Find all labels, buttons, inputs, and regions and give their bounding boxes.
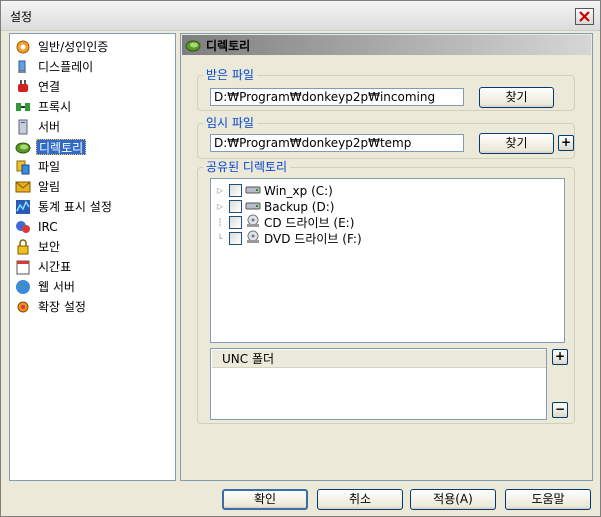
folder-icon [185,37,203,53]
sidebar-item-proxy[interactable]: 프록시 [14,97,73,116]
folder-icon [14,138,32,155]
plug-icon [14,78,32,95]
unc-column-header[interactable]: UNC 폴더 [212,350,546,368]
sidebar-item-label: 알림 [38,179,61,194]
sidebar-item-schedule[interactable]: 시간표 [14,257,73,276]
sidebar-item-label: 통계 표시 설정 [38,199,112,214]
ok-button[interactable]: 확인 [222,489,308,510]
title-bar[interactable]: 설정 [1,1,600,31]
sidebar-item-label: 보안 [38,239,61,254]
close-button[interactable] [575,8,594,25]
category-list[interactable]: 일반/성인인증 디스플레이 연결 프록시 서버 디렉토리 파일 알림 통계 표시… [9,33,176,481]
drive-checkbox[interactable] [229,232,242,245]
shared-legend: 공유된 디렉토리 [203,159,291,175]
sidebar-item-label: IRC [38,219,58,234]
sidebar-item-label: 확장 설정 [38,299,86,314]
cd-drive-icon [245,214,261,231]
sidebar-item-label: 시간표 [38,259,72,274]
temp-add-button[interactable]: + [558,135,574,151]
incoming-browse-button[interactable]: 찾기 [479,87,554,108]
drive-checkbox[interactable] [229,184,242,197]
tree-item-c-drive[interactable]: ▷ Win_xp (C:) [215,182,333,199]
hard-drive-icon [245,198,261,215]
sidebar-item-label: 웹 서버 [38,279,75,294]
sidebar-item-label: 디렉토리 [36,138,87,155]
sidebar-item-directory[interactable]: 디렉토리 [14,137,87,156]
sidebar-item-notification[interactable]: 알림 [14,177,62,196]
temp-browse-button[interactable]: 찾기 [479,133,554,154]
gear-icon [14,38,32,55]
sidebar-item-label: 일반/성인인증 [38,39,109,54]
tree-item-e-drive[interactable]: ┆ CD 드라이브 (E:) [215,214,354,231]
lock-icon [14,238,32,255]
sidebar-item-label: 프록시 [38,99,72,114]
sidebar-item-display[interactable]: 디스플레이 [14,57,95,76]
expand-arrow-icon[interactable]: ▷ [215,202,225,211]
sidebar-item-general[interactable]: 일반/성인인증 [14,37,110,56]
irc-icon [14,218,32,235]
incoming-path-input[interactable]: D:₩Program₩donkeyp2p₩incoming [210,88,464,106]
extension-icon [14,298,32,315]
sidebar-item-label: 연결 [38,79,61,94]
panel-header: 디렉토리 [182,35,591,55]
drive-checkbox[interactable] [229,200,242,213]
shared-directory-tree[interactable]: ▷ Win_xp (C:) ▷ Backup (D:) ┆ CD 드라이브 (E… [210,178,565,343]
drive-label: CD 드라이브 (E:) [264,216,355,230]
unc-add-button[interactable]: + [552,349,568,365]
temp-group: 임시 파일 D:₩Program₩donkeyp2p₩temp 찾기 + [197,115,575,159]
notify-icon [14,178,32,195]
panel-title: 디렉토리 [206,38,251,53]
globe-icon [14,278,32,295]
sidebar-item-connection[interactable]: 연결 [14,77,62,96]
tree-item-d-drive[interactable]: ▷ Backup (D:) [215,198,335,215]
sidebar-item-irc[interactable]: IRC [14,217,60,236]
drive-checkbox[interactable] [229,216,242,229]
tree-line: ┆ [217,218,223,227]
help-button[interactable]: 도움말 [505,489,591,510]
drive-label: Win_xp (C:) [264,183,333,198]
temp-legend: 임시 파일 [203,115,257,131]
sidebar-item-label: 디스플레이 [38,59,94,74]
close-icon [579,11,590,22]
settings-window: 설정 일반/성인인증 디스플레이 연결 프록시 서버 디렉토리 파일 알림 통계… [0,0,601,517]
cancel-button[interactable]: 취소 [317,489,403,510]
proxy-icon [14,98,32,115]
sidebar-item-label: 파일 [38,159,61,174]
unc-folder-list[interactable]: UNC 폴더 [210,348,547,420]
sidebar-item-file[interactable]: 파일 [14,157,62,176]
sidebar-item-extension[interactable]: 확장 설정 [14,297,88,316]
window-title: 설정 [10,10,33,24]
sidebar-item-server[interactable]: 서버 [14,117,62,136]
sidebar-item-security[interactable]: 보안 [14,237,62,256]
apply-button[interactable]: 적용(A) [410,489,496,510]
file-icon [14,158,32,175]
expand-arrow-icon[interactable]: ▷ [215,186,225,195]
incoming-group: 받은 파일 D:₩Program₩donkeyp2p₩incoming 찾기 [197,67,575,111]
incoming-legend: 받은 파일 [203,67,257,83]
sidebar-item-statistics[interactable]: 통계 표시 설정 [14,197,114,216]
stats-icon [14,198,32,215]
directory-panel: 디렉토리 받은 파일 D:₩Program₩donkeyp2p₩incoming… [180,33,593,481]
drive-label: DVD 드라이브 (F:) [264,232,362,246]
display-icon [14,58,32,75]
drive-label: Backup (D:) [264,199,335,214]
dvd-drive-icon [245,230,261,247]
temp-path-input[interactable]: D:₩Program₩donkeyp2p₩temp [210,134,464,152]
sidebar-item-web-server[interactable]: 웹 서버 [14,277,77,296]
tree-item-f-drive[interactable]: └ DVD 드라이브 (F:) [215,230,362,247]
shared-directories-group: 공유된 디렉토리 ▷ Win_xp (C:) ▷ Backup (D:) ┆ C… [197,159,575,424]
sidebar-item-label: 서버 [38,119,61,134]
server-icon [14,118,32,135]
hard-drive-icon [245,182,261,199]
unc-remove-button[interactable]: − [552,402,568,418]
tree-line: └ [217,234,223,243]
calendar-icon [14,258,32,275]
